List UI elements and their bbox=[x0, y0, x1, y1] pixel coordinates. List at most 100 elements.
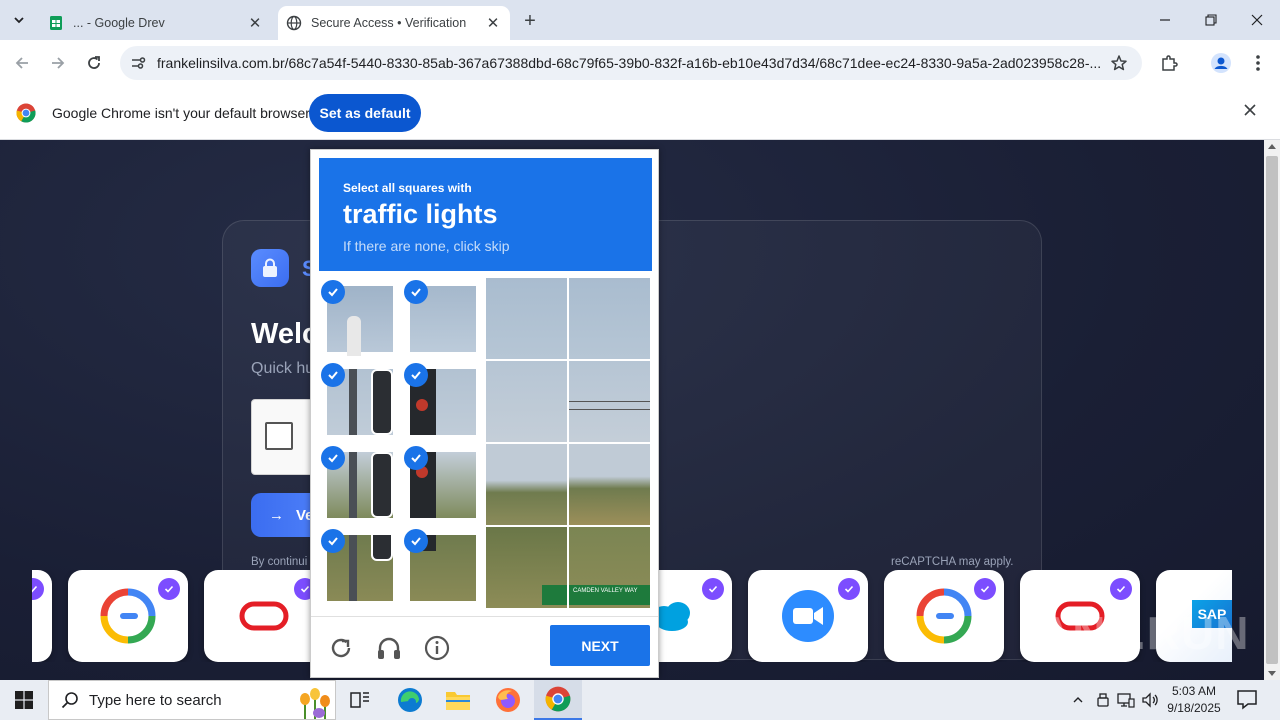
file-explorer-taskbar-button[interactable] bbox=[434, 680, 482, 720]
grid-tile[interactable] bbox=[319, 444, 401, 526]
edge-taskbar-button[interactable] bbox=[386, 680, 434, 720]
zoom-logo bbox=[782, 590, 834, 642]
instruction-bottom: If there are none, click skip bbox=[343, 238, 510, 254]
minimize-button[interactable] bbox=[1142, 0, 1188, 40]
grid-tile[interactable] bbox=[569, 361, 650, 442]
google-one-logo bbox=[916, 588, 972, 644]
browser-toolbar: frankelinsilva.com.br/68c7a54f-5440-8330… bbox=[0, 40, 1280, 86]
partial-logo-tile bbox=[32, 570, 52, 662]
arrow-right-icon: → bbox=[269, 506, 284, 524]
grid-tile[interactable] bbox=[319, 278, 401, 360]
page-scrollbar[interactable] bbox=[1264, 140, 1280, 680]
new-tab-button[interactable]: + bbox=[518, 9, 542, 33]
notification-icon bbox=[1237, 690, 1257, 710]
bookmark-star-icon[interactable] bbox=[1110, 54, 1128, 72]
back-button[interactable] bbox=[8, 49, 36, 77]
extensions-button[interactable] bbox=[1157, 51, 1181, 75]
network-tray[interactable] bbox=[1116, 690, 1136, 710]
address-bar[interactable]: frankelinsilva.com.br/68c7a54f-5440-8330… bbox=[120, 46, 1142, 80]
reload-button[interactable] bbox=[80, 49, 108, 77]
globe-icon bbox=[286, 15, 302, 31]
restore-icon bbox=[1205, 14, 1217, 26]
grid-tile[interactable] bbox=[569, 444, 650, 525]
scroll-down-icon[interactable] bbox=[1268, 671, 1276, 676]
close-icon[interactable] bbox=[1244, 104, 1256, 116]
challenge-header: Select all squares with traffic lights I… bbox=[319, 158, 652, 271]
puzzle-icon bbox=[1162, 55, 1178, 71]
taskbar-clock[interactable]: 5:03 AM 9/18/2025 bbox=[1164, 683, 1224, 717]
grid-tile[interactable] bbox=[319, 527, 401, 609]
task-view-button[interactable] bbox=[336, 680, 384, 720]
set-as-default-button[interactable]: Set as default bbox=[309, 94, 421, 132]
url-text: frankelinsilva.com.br/68c7a54f-5440-8330… bbox=[157, 55, 1102, 71]
chrome-menu-button[interactable] bbox=[1246, 51, 1270, 75]
firefox-icon bbox=[496, 688, 520, 712]
oracle-logo bbox=[239, 601, 289, 631]
grid-tile[interactable]: CAMDEN VALLEY WAY bbox=[569, 527, 650, 608]
scrollbar-thumb[interactable] bbox=[1266, 156, 1278, 664]
close-icon[interactable]: ✕ bbox=[482, 12, 504, 34]
next-button[interactable]: NEXT bbox=[550, 625, 650, 666]
info-button[interactable] bbox=[423, 634, 451, 662]
grid-tile[interactable] bbox=[319, 361, 401, 443]
site-info-icon[interactable] bbox=[128, 53, 148, 73]
restore-button[interactable] bbox=[1188, 0, 1234, 40]
close-icon bbox=[1251, 14, 1263, 26]
grid-tile[interactable] bbox=[486, 444, 567, 525]
check-icon bbox=[404, 529, 428, 553]
grid-tile[interactable] bbox=[402, 444, 484, 526]
tab-search-button[interactable] bbox=[6, 8, 32, 32]
grid-tile[interactable] bbox=[569, 278, 650, 359]
recaptcha-terms-text: reCAPTCHA may apply. bbox=[891, 556, 1014, 568]
grid-tile[interactable] bbox=[486, 278, 567, 359]
reload-challenge-button[interactable] bbox=[327, 634, 355, 662]
clock-time: 5:03 AM bbox=[1171, 684, 1217, 698]
challenge-footer: NEXT bbox=[311, 616, 658, 678]
check-icon bbox=[321, 529, 345, 553]
usb-device-tray[interactable] bbox=[1093, 690, 1113, 710]
forward-button[interactable] bbox=[44, 49, 72, 77]
headphones-icon bbox=[378, 637, 400, 659]
welcome-heading: Welc bbox=[251, 318, 319, 350]
recaptcha-checkbox[interactable] bbox=[265, 422, 293, 450]
browser-tab-strip: ... - Google Drev ✕ Secure Access • Veri… bbox=[0, 0, 1280, 40]
check-badge-icon bbox=[974, 578, 996, 600]
check-badge-icon bbox=[158, 578, 180, 600]
minimize-icon bbox=[1160, 19, 1170, 21]
more-vert-icon bbox=[1256, 55, 1260, 71]
grid-tile[interactable] bbox=[486, 361, 567, 442]
clock-date: 9/18/2025 bbox=[1167, 701, 1221, 715]
notifications-button[interactable] bbox=[1236, 688, 1258, 710]
profile-button[interactable] bbox=[1209, 51, 1233, 75]
grid-tile[interactable] bbox=[402, 361, 484, 443]
check-badge-icon bbox=[702, 578, 724, 600]
tab-secure-access[interactable]: Secure Access • Verification ✕ bbox=[278, 6, 510, 40]
check-badge-icon bbox=[1110, 578, 1132, 600]
check-icon bbox=[321, 280, 345, 304]
check-badge-icon bbox=[838, 578, 860, 600]
reload-icon bbox=[331, 638, 351, 658]
firefox-taskbar-button[interactable] bbox=[484, 680, 532, 720]
check-icon bbox=[404, 363, 428, 387]
start-button[interactable] bbox=[0, 680, 48, 720]
instruction-top: Select all squares with bbox=[343, 181, 472, 195]
grid-tile[interactable] bbox=[402, 278, 484, 360]
grid-tile[interactable] bbox=[486, 527, 567, 608]
close-icon[interactable]: ✕ bbox=[244, 12, 266, 34]
anyrun-watermark: ANY.RUN bbox=[1038, 607, 1250, 659]
usb-icon bbox=[1097, 693, 1109, 707]
taskbar-search-box[interactable]: Type here to search bbox=[48, 680, 336, 720]
tab-title: ... - Google Drev bbox=[73, 16, 165, 30]
audio-challenge-button[interactable] bbox=[375, 634, 403, 662]
volume-tray[interactable] bbox=[1140, 690, 1160, 710]
google-one-logo-tile-2 bbox=[884, 570, 1004, 662]
chrome-taskbar-button[interactable] bbox=[534, 680, 582, 720]
scroll-up-icon[interactable] bbox=[1268, 144, 1276, 149]
show-hidden-icons-button[interactable] bbox=[1068, 690, 1088, 710]
grid-tile[interactable] bbox=[402, 527, 484, 609]
check-icon bbox=[404, 446, 428, 470]
check-icon bbox=[321, 446, 345, 470]
close-window-button[interactable] bbox=[1234, 0, 1280, 40]
arrow-right-icon bbox=[52, 57, 65, 69]
tab-google-sheets[interactable]: ... - Google Drev ✕ bbox=[40, 6, 272, 40]
